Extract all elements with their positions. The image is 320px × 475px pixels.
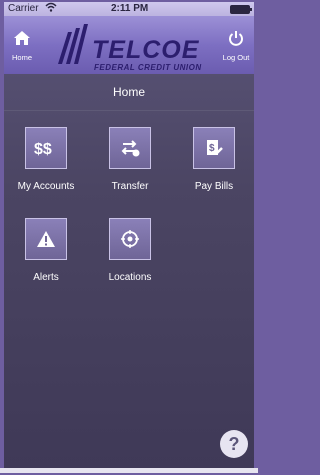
my-accounts-tile[interactable]: $$ My Accounts bbox=[6, 127, 86, 192]
home-button-label: Home bbox=[11, 53, 32, 62]
pay-bills-label: Pay Bills bbox=[194, 181, 234, 192]
location-icon bbox=[109, 218, 151, 260]
logo-subtitle: FEDERAL CREDIT UNION bbox=[94, 63, 202, 72]
carrier-label: Carrier bbox=[8, 3, 39, 14]
logout-button-label: Log Out bbox=[222, 53, 250, 62]
my-accounts-label: My Accounts bbox=[17, 181, 75, 192]
dollar-icon: $$ bbox=[25, 127, 67, 169]
wifi-icon bbox=[45, 2, 57, 15]
battery-icon bbox=[230, 5, 252, 14]
status-time: 2:11 PM bbox=[111, 3, 149, 14]
locations-label: Locations bbox=[108, 272, 152, 283]
app-screen: Carrier 2:11 PM Home TELCOE FEDERAL CRED… bbox=[4, 2, 254, 468]
status-bar: Carrier 2:11 PM bbox=[4, 2, 254, 16]
bill-icon: $ bbox=[193, 127, 235, 169]
alerts-label: Alerts bbox=[33, 272, 59, 283]
power-icon bbox=[229, 31, 243, 46]
svg-text:$: $ bbox=[209, 143, 215, 154]
transfer-label: Transfer bbox=[111, 181, 149, 192]
header-bar: Home TELCOE FEDERAL CREDIT UNION Log Out bbox=[4, 16, 254, 74]
alert-icon bbox=[25, 218, 67, 260]
home-icon bbox=[14, 31, 30, 45]
locations-tile[interactable]: Locations bbox=[90, 218, 170, 283]
home-button[interactable]: Home bbox=[4, 30, 40, 70]
logout-button[interactable]: Log Out bbox=[218, 30, 254, 70]
bottom-divider bbox=[0, 468, 258, 473]
transfer-icon bbox=[109, 127, 151, 169]
logo-name: TELCOE bbox=[92, 36, 200, 64]
help-button[interactable]: ? bbox=[220, 430, 248, 458]
logo-mark-icon bbox=[58, 24, 88, 64]
page-title: Home bbox=[4, 74, 254, 111]
alerts-tile[interactable]: Alerts bbox=[6, 218, 86, 283]
transfer-tile[interactable]: Transfer bbox=[90, 127, 170, 192]
pay-bills-tile[interactable]: $ Pay Bills bbox=[174, 127, 254, 192]
svg-text:$$: $$ bbox=[34, 141, 52, 157]
help-icon: ? bbox=[228, 434, 240, 454]
